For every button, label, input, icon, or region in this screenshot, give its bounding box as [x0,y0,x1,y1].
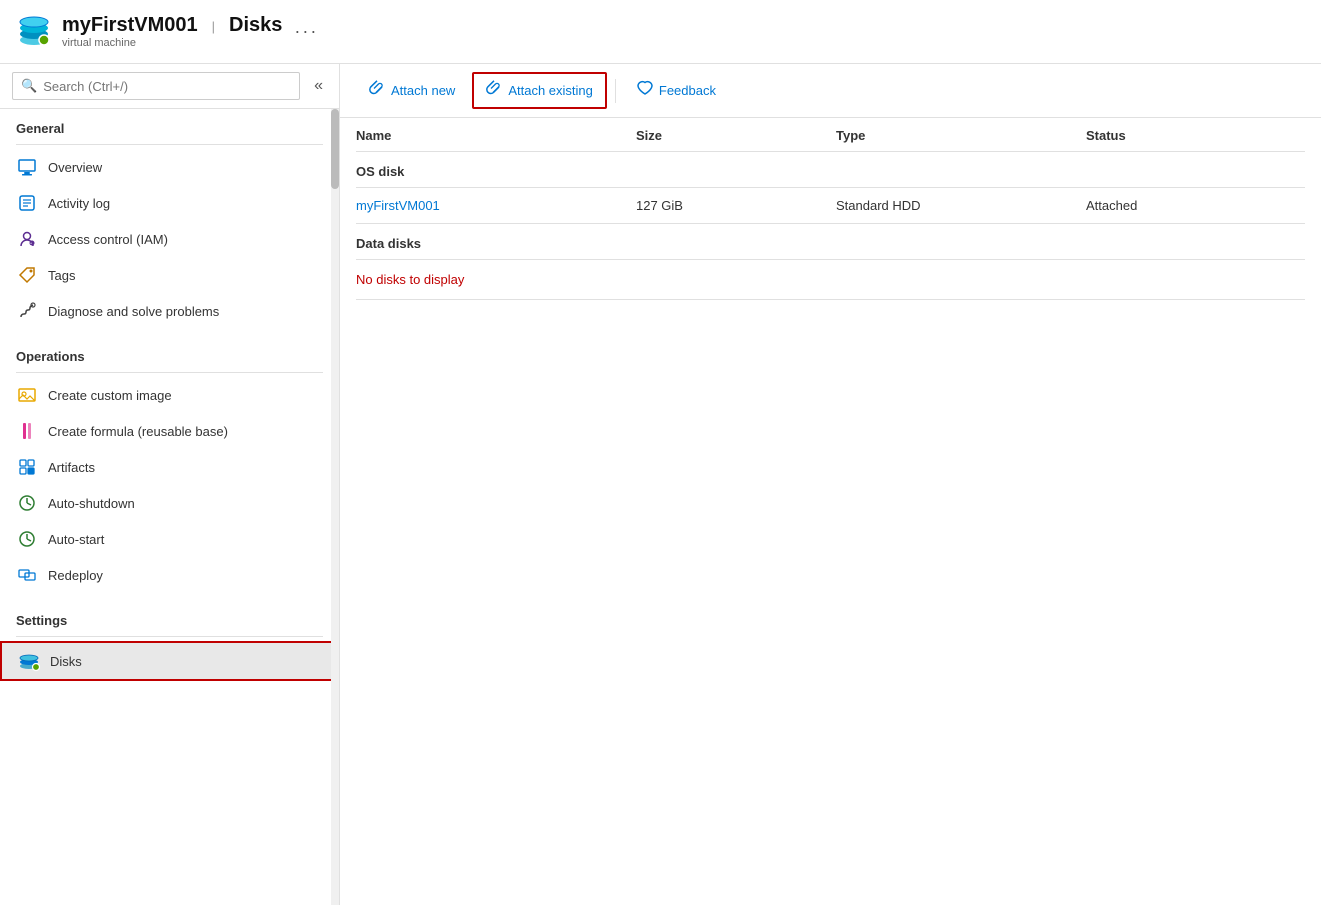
attach-existing-button[interactable]: Attach existing [472,72,607,109]
sidebar-item-iam[interactable]: + Access control (IAM) [0,221,339,257]
section-general-title: General [0,109,339,140]
artifacts-label: Artifacts [48,460,95,475]
sidebar-item-activitylog[interactable]: Activity log [0,185,339,221]
feedback-button[interactable]: Feedback [624,73,729,108]
header-text: myFirstVM001 | Disks virtual machine [62,14,282,49]
disk-table: Name Size Type Status OS disk myFirstVM0… [340,118,1321,905]
section-operations-title: Operations [0,337,339,368]
disk-name-cell[interactable]: myFirstVM001 [356,198,636,213]
formula-label: Create formula (reusable base) [48,424,228,439]
operations-divider [16,372,323,373]
vm-name: myFirstVM001 [62,14,198,37]
overview-label: Overview [48,160,102,175]
sidebar-item-overview[interactable]: Overview [0,149,339,185]
os-disk-section-header: OS disk [356,152,1305,188]
disk-size-cell: 127 GiB [636,198,836,213]
iam-icon: + [16,228,38,250]
sidebar-item-disks[interactable]: Disks [0,641,339,681]
sidebar-item-diagnose[interactable]: Diagnose and solve problems [0,293,339,329]
disks-label: Disks [50,654,82,669]
iam-label: Access control (IAM) [48,232,168,247]
scrollbar-thumb[interactable] [331,109,339,189]
diagnose-label: Diagnose and solve problems [48,304,219,319]
redeploy-icon [16,564,38,586]
search-box[interactable]: 🔍 [12,72,300,100]
sidebar-content: General Overview Activity log + Access c… [0,109,339,905]
autostart-label: Auto-start [48,532,104,547]
sidebar-item-autostart[interactable]: Auto-start [0,521,339,557]
autostart-icon [16,528,38,550]
customimage-label: Create custom image [48,388,172,403]
search-icon: 🔍 [21,78,37,94]
page-name: Disks [229,14,282,37]
sidebar-item-redeploy[interactable]: Redeploy [0,557,339,593]
col-type: Type [836,128,1086,143]
header-subtitle: virtual machine [62,37,282,49]
customimage-icon [16,384,38,406]
sidebar-item-formula[interactable]: Create formula (reusable base) [0,413,339,449]
autoshutdown-label: Auto-shutdown [48,496,135,511]
disk-type-cell: Standard HDD [836,198,1086,213]
tags-label: Tags [48,268,75,283]
content-area: Attach new Attach existing Feedback Name… [340,64,1321,905]
disks-icon [18,650,40,672]
sidebar-item-artifacts[interactable]: Artifacts [0,449,339,485]
no-data-message: No disks to display [356,260,1305,300]
artifacts-icon [16,456,38,478]
activitylog-label: Activity log [48,196,110,211]
feedback-label: Feedback [659,83,716,98]
attach-existing-label: Attach existing [508,83,593,98]
overview-icon [16,156,38,178]
formula-icon [16,420,38,442]
diagnose-icon [16,300,38,322]
header-sep: | [212,19,215,34]
attach-new-label: Attach new [391,83,455,98]
autoshutdown-icon [16,492,38,514]
attach-new-button[interactable]: Attach new [356,73,468,108]
data-disks-section-header: Data disks [356,224,1305,260]
feedback-icon [637,80,653,101]
settings-divider [16,636,323,637]
sidebar-search-row: 🔍 « [0,64,339,109]
activitylog-icon [16,192,38,214]
sidebar-item-customimage[interactable]: Create custom image [0,377,339,413]
scrollbar-track[interactable] [331,109,339,905]
disk-status-cell: Attached [1086,198,1286,213]
section-settings-title: Settings [0,601,339,632]
col-name: Name [356,128,636,143]
col-size: Size [636,128,836,143]
collapse-sidebar-button[interactable]: « [310,73,327,99]
toolbar: Attach new Attach existing Feedback [340,64,1321,118]
page-header: myFirstVM001 | Disks virtual machine ··· [0,0,1321,64]
general-divider [16,144,323,145]
more-options-button[interactable]: ··· [294,21,318,42]
tags-icon [16,264,38,286]
vm-icon [16,12,52,51]
os-disk-row: myFirstVM001 127 GiB Standard HDD Attach… [356,188,1305,224]
redeploy-label: Redeploy [48,568,103,583]
sidebar-item-tags[interactable]: Tags [0,257,339,293]
toolbar-separator [615,79,616,103]
attach-existing-icon [486,80,502,101]
table-header-row: Name Size Type Status [356,118,1305,152]
col-status: Status [1086,128,1286,143]
search-input[interactable] [43,79,291,94]
sidebar-item-autoshutdown[interactable]: Auto-shutdown [0,485,339,521]
sidebar: 🔍 « General Overview [0,64,340,905]
attach-new-icon [369,80,385,101]
